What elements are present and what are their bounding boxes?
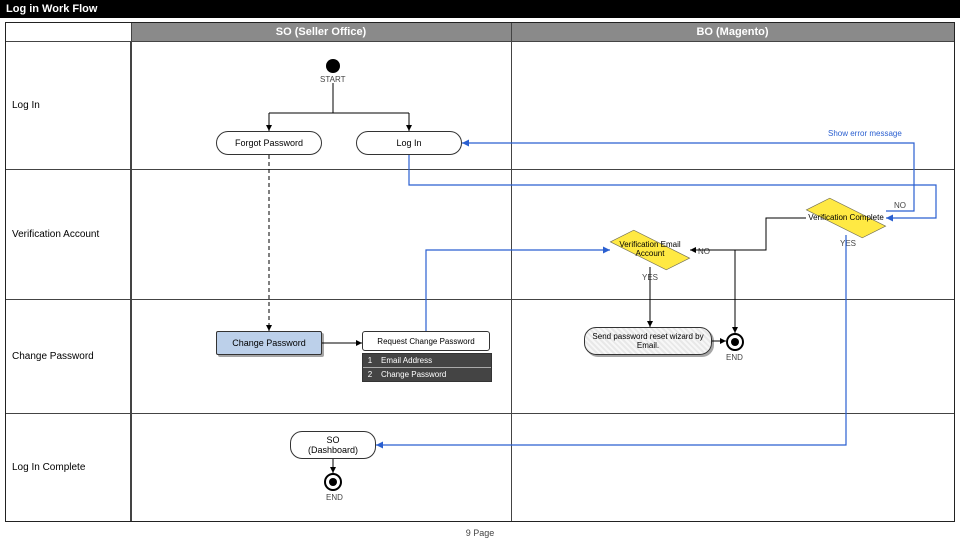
connectors [6,23,956,523]
label-yes-1: YES [840,239,856,248]
title-bar: Log in Work Flow [0,0,960,18]
lane-div-2 [511,23,512,521]
row-label-login: Log In [6,41,131,169]
end-node-bottom [324,473,342,491]
label-yes-2: YES [642,273,658,282]
lane-header-bo: BO (Magento) [511,23,954,42]
row-label-verify: Verification Account [6,169,131,299]
decision-verification-email: Verification Email Account [610,233,690,267]
lane-header-so: SO (Seller Office) [131,23,511,42]
request-change-table: 1Email Address 2Change Password [362,353,492,382]
node-request-change: Request Change Password [362,331,490,351]
page-footer: 9 Page [0,528,960,538]
node-change-password: Change Password [216,331,322,355]
end-label-right: END [726,353,743,362]
end-node-right [726,333,744,351]
node-so-dashboard: SO (Dashboard) [290,431,376,459]
label-no-1: NO [894,201,906,210]
node-forgot-password: Forgot Password [216,131,322,155]
end-label-bottom: END [326,493,343,502]
row-label-complete: Log In Complete [6,413,131,521]
label-no-2: NO [698,247,710,256]
lane-header-blank [6,23,131,42]
row-label-changepw: Change Password [6,299,131,413]
node-send-reset-email: Send password reset wizard by Email. [584,327,712,355]
lane-div-1 [131,23,132,521]
decision-verification-complete: Verification Complete [806,201,886,235]
swimlane-diagram: SO (Seller Office) BO (Magento) Log In V… [5,22,955,522]
label-show-error: Show error message [828,129,902,138]
start-node [326,59,340,73]
node-login: Log In [356,131,462,155]
start-label: START [320,75,345,84]
